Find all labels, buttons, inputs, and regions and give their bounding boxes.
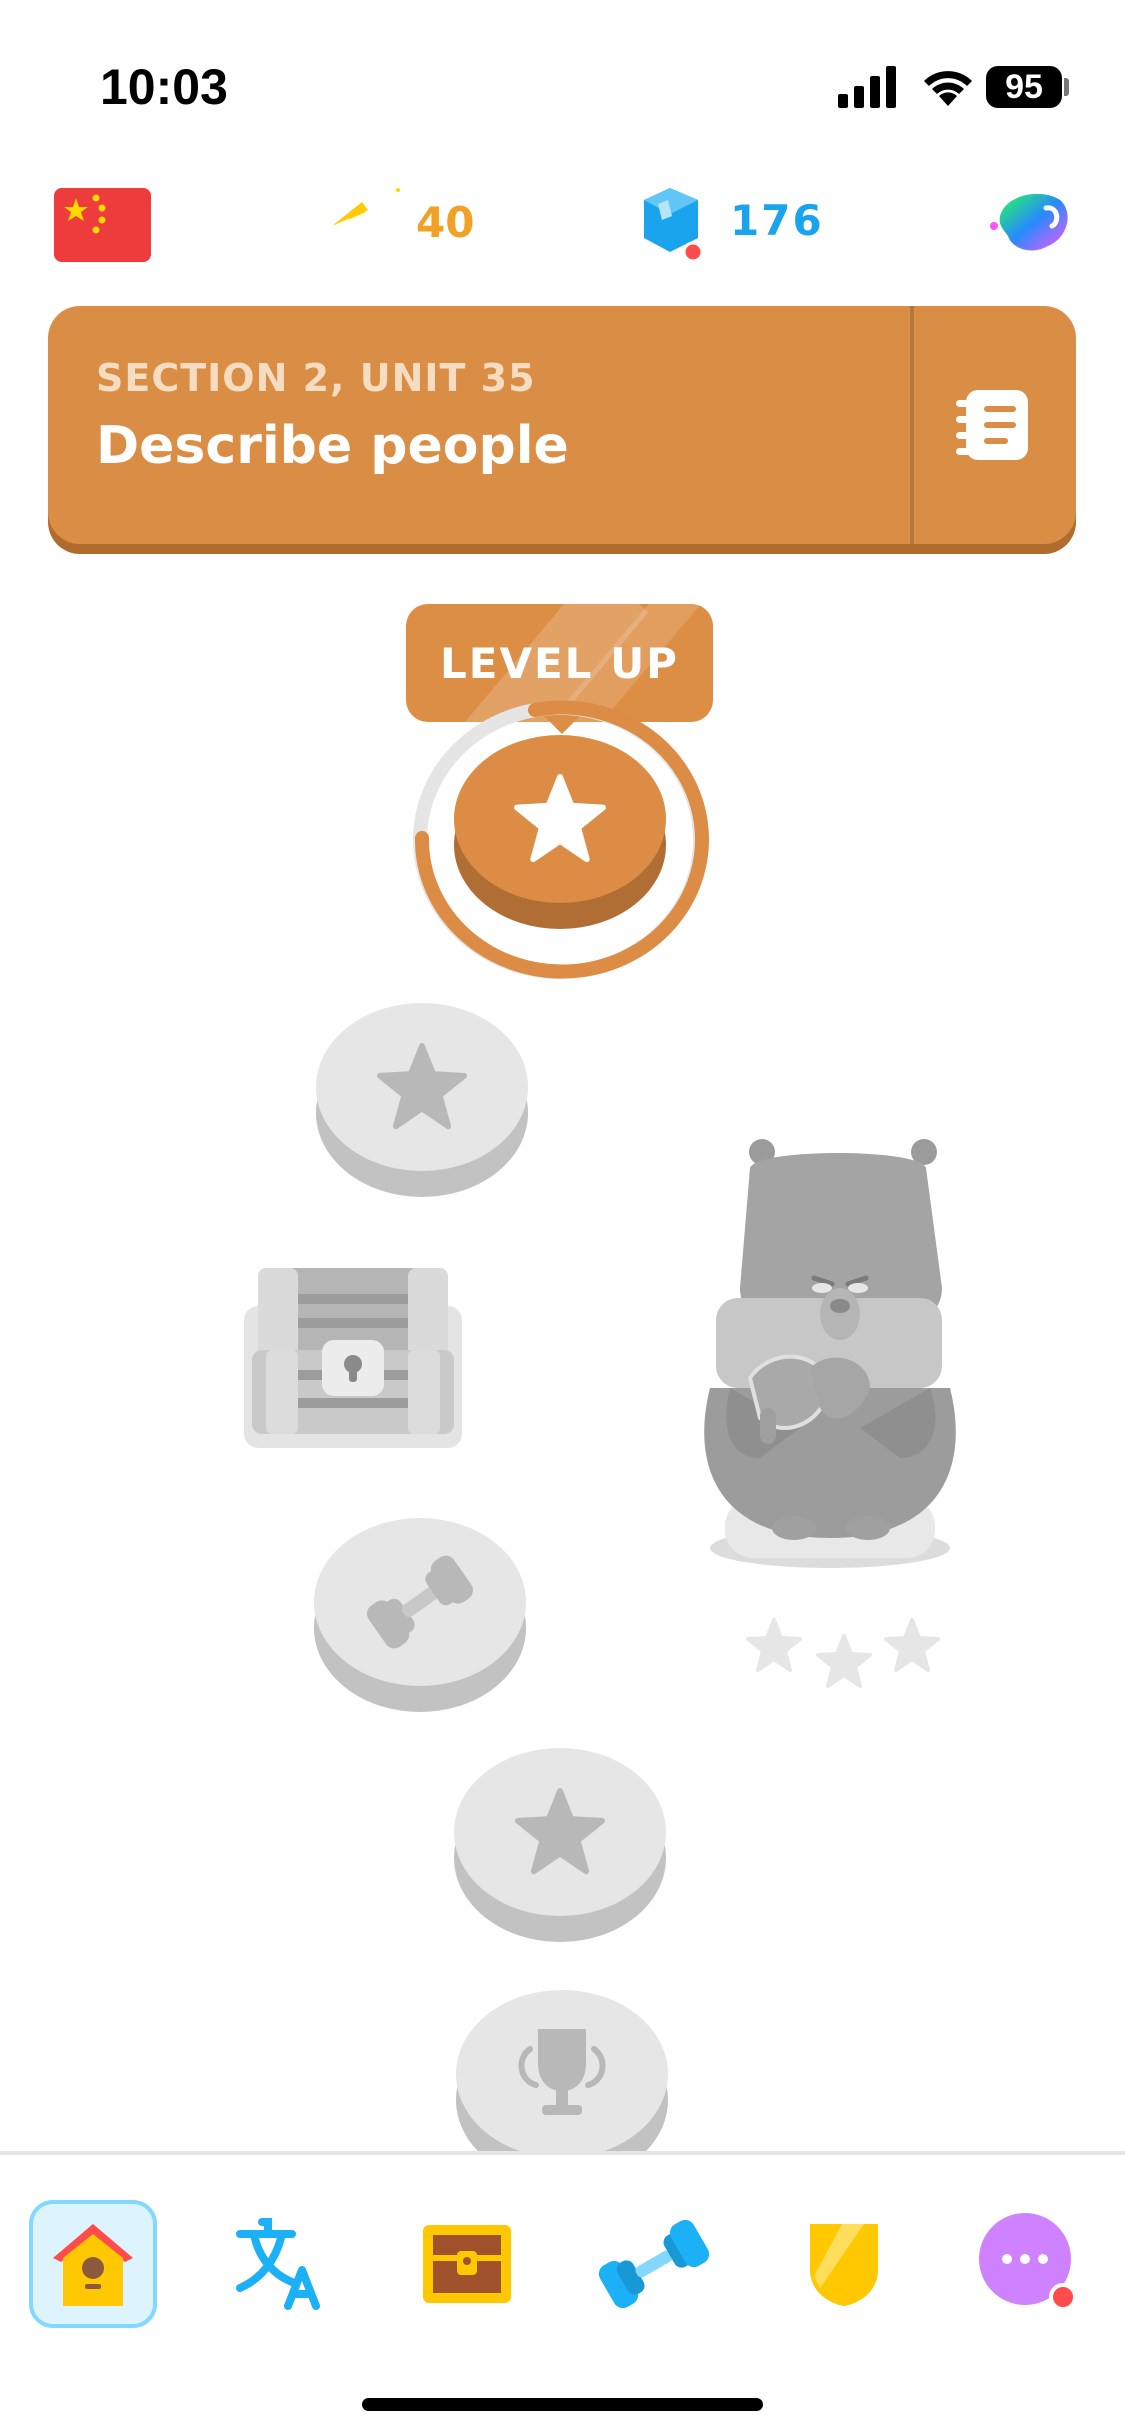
practice-node-locked[interactable] — [314, 1518, 526, 1712]
level-up-label: LEVEL UP — [440, 638, 679, 688]
dumbbell-icon — [366, 1555, 474, 1649]
wifi-icon — [924, 71, 972, 106]
trophy-icon — [518, 2029, 606, 2115]
streak-icon[interactable] — [322, 186, 402, 246]
streak-count[interactable]: 40 — [416, 198, 474, 247]
notebook-icon — [956, 390, 1028, 460]
dumbbell-icon — [598, 2219, 710, 2309]
lesson-node-locked[interactable] — [316, 1003, 528, 1197]
home-indicator — [362, 2398, 763, 2411]
translate-icon — [236, 2218, 320, 2310]
nav-leaderboard-tab[interactable] — [780, 2200, 908, 2328]
nav-chest-tab[interactable] — [403, 2200, 531, 2328]
home-icon — [53, 2224, 133, 2306]
more-icon — [979, 2213, 1077, 2311]
gem-icon[interactable] — [640, 186, 706, 266]
nav-home-tab[interactable] — [29, 2200, 157, 2328]
nav-practice-tab[interactable] — [590, 2200, 718, 2328]
shield-icon — [810, 2224, 878, 2306]
treasure-chest-locked[interactable] — [244, 1266, 462, 1448]
bear-character — [680, 1128, 980, 1578]
star-icon — [515, 1787, 605, 1875]
nav-more-tab[interactable] — [966, 2200, 1094, 2328]
guidebook-button[interactable] — [910, 306, 1076, 544]
battery-indicator: 95 — [986, 66, 1062, 108]
bear-rating-stars — [746, 1618, 940, 1688]
section-label: SECTION 2, UNIT 35 — [96, 356, 536, 400]
nav-characters-tab[interactable] — [216, 2200, 344, 2328]
lesson-node-active[interactable] — [454, 735, 666, 929]
bottom-nav-divider — [0, 2151, 1125, 2155]
super-icon[interactable] — [986, 186, 1072, 266]
battery-tip — [1064, 78, 1069, 96]
treasure-chest-icon — [423, 2225, 511, 2303]
unit-banner[interactable]: SECTION 2, UNIT 35 Describe people — [48, 306, 1076, 544]
star-icon — [377, 1042, 467, 1130]
gem-count[interactable]: 176 — [730, 196, 824, 245]
unit-title: Describe people — [96, 416, 569, 476]
signal-icon — [838, 66, 896, 108]
unit-review-clip — [456, 1990, 668, 2151]
status-time: 10:03 — [100, 59, 228, 115]
lesson-node-locked[interactable] — [454, 1748, 666, 1942]
unit-review-node-locked[interactable] — [456, 1990, 668, 2151]
star-icon — [514, 773, 606, 863]
course-flag-icon[interactable] — [54, 188, 151, 262]
